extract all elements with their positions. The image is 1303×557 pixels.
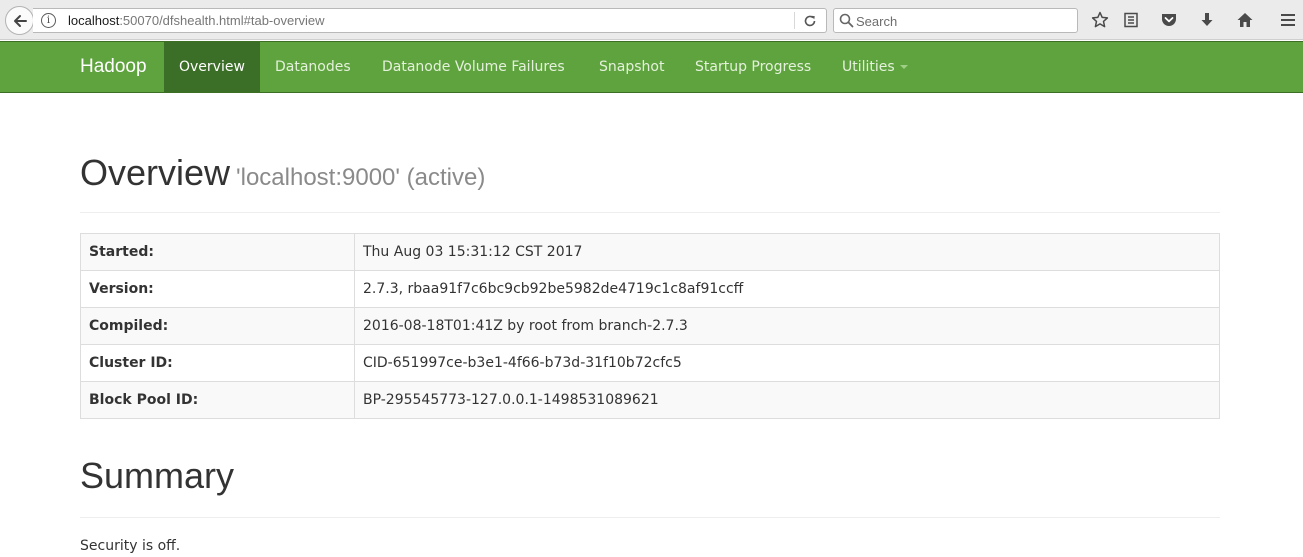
info-icon[interactable]: i (41, 13, 56, 28)
browser-toolbar: i localhost:50070/dfshealth.html#tab-ove… (0, 0, 1303, 40)
pocket-icon[interactable] (1159, 10, 1179, 30)
tab-overview[interactable]: Overview (164, 42, 260, 92)
url-path: :50070/dfshealth.html#tab-overview (119, 13, 325, 28)
download-icon[interactable] (1197, 10, 1217, 30)
row-value: 2.7.3, rbaa91f7c6bc9cb92be5982de4719c1c8… (354, 270, 1220, 308)
row-value: Thu Aug 03 15:31:12 CST 2017 (354, 233, 1220, 271)
tab-datanode-volume-failures[interactable]: Datanode Volume Failures (367, 42, 580, 92)
row-label: Version: (80, 270, 355, 308)
search-input[interactable] (856, 12, 1071, 30)
home-icon[interactable] (1235, 10, 1255, 30)
tab-startup-progress[interactable]: Startup Progress (680, 42, 826, 92)
tab-utilities-label: Utilities (842, 59, 895, 75)
tab-datanodes[interactable]: Datanodes (260, 42, 366, 92)
row-value: BP-295545773-127.0.0.1-1498531089621 (354, 381, 1220, 419)
url-text[interactable]: localhost:50070/dfshealth.html#tab-overv… (68, 13, 325, 28)
search-bar[interactable] (833, 8, 1078, 33)
row-label: Block Pool ID: (80, 381, 355, 419)
row-label: Compiled: (80, 307, 355, 345)
row-label: Started: (80, 233, 355, 271)
url-bar[interactable]: i localhost:50070/dfshealth.html#tab-ove… (33, 8, 827, 33)
table-row: Version: 2.7.3, rbaa91f7c6bc9cb92be5982d… (80, 270, 1220, 308)
summary-header: Summary (80, 455, 1220, 518)
row-label: Cluster ID: (80, 344, 355, 382)
page-subtitle: 'localhost:9000' (active) (236, 164, 486, 191)
table-row: Started: Thu Aug 03 15:31:12 CST 2017 (80, 233, 1220, 271)
caret-down-icon (899, 65, 908, 69)
row-value: CID-651997ce-b3e1-4f66-b73d-31f10b72cfc5 (354, 344, 1220, 382)
page-title: Overview (80, 152, 231, 193)
back-button[interactable] (5, 6, 34, 35)
url-divider (794, 12, 795, 29)
table-row: Cluster ID: CID-651997ce-b3e1-4f66-b73d-… (80, 344, 1220, 382)
menu-icon[interactable] (1278, 10, 1298, 30)
reload-icon[interactable] (801, 12, 819, 30)
table-row: Compiled: 2016-08-18T01:41Z by root from… (80, 307, 1220, 345)
tab-snapshot[interactable]: Snapshot (584, 42, 679, 92)
brand-logo[interactable]: Hadoop (80, 56, 147, 78)
tab-utilities[interactable]: Utilities (827, 42, 923, 92)
url-host: localhost (68, 13, 120, 28)
row-value: 2016-08-18T01:41Z by root from branch-2.… (354, 307, 1220, 345)
overview-table: Started: Thu Aug 03 15:31:12 CST 2017 Ve… (80, 233, 1220, 419)
security-status: Security is off. (80, 538, 181, 554)
overview-header: Overview'localhost:9000' (active) (80, 152, 1220, 213)
table-row: Block Pool ID: BP-295545773-127.0.0.1-14… (80, 381, 1220, 419)
bookmark-star-icon[interactable] (1090, 10, 1110, 30)
hadoop-navbar: Hadoop Overview Datanodes Datanode Volum… (0, 41, 1303, 93)
back-icon (13, 14, 27, 27)
search-icon (839, 13, 854, 28)
reading-list-icon[interactable] (1121, 10, 1141, 30)
summary-title: Summary (80, 455, 235, 496)
